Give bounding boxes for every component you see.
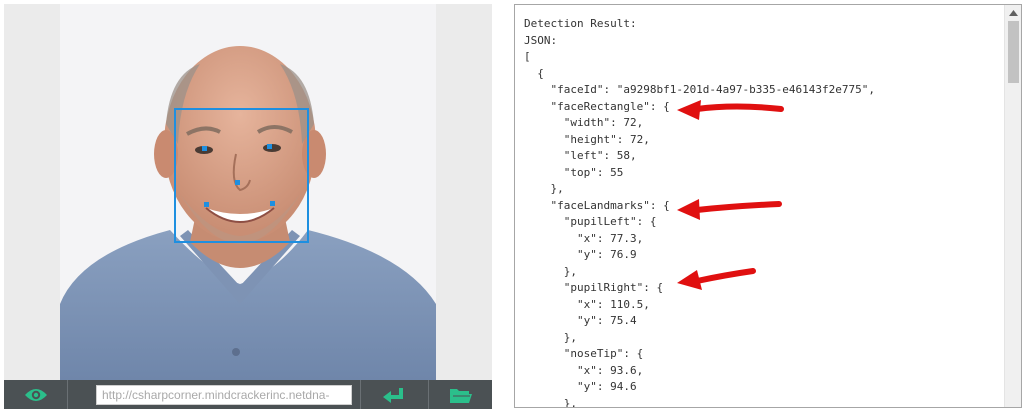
json-line: }, (524, 264, 577, 278)
arrow-face-landmarks-icon (677, 199, 782, 220)
json-line: "noseTip": { (524, 347, 644, 360)
image-panel (4, 4, 492, 409)
open-folder-icon (449, 388, 472, 403)
json-line: "y": 94.6 (524, 380, 637, 393)
json-line: "height": 72, (524, 132, 650, 146)
json-line: "pupilRight": { (524, 281, 664, 294)
json-line: "left": 58, (524, 149, 637, 162)
image-url-input[interactable] (96, 385, 352, 405)
json-line: "x": 93.6, (524, 363, 644, 377)
json-line: { (524, 66, 544, 80)
pupil-right-landmark (267, 144, 272, 149)
json-line: "faceId": "a9298bf1-201d-4a97-b335-e4614… (524, 83, 875, 96)
json-line: [ (524, 50, 531, 63)
arrow-face-rectangle-icon (677, 100, 784, 120)
mouth-right-landmark (270, 201, 275, 206)
triangle-up-icon (1009, 9, 1018, 16)
scrollbar-thumb[interactable] (1008, 21, 1019, 83)
json-line: "y": 76.9 (524, 248, 637, 261)
json-line: }, (524, 330, 577, 344)
json-line: "y": 75.4 (524, 314, 637, 327)
face-photo (60, 4, 436, 380)
enter-return-icon (382, 387, 403, 403)
vertical-scrollbar[interactable] (1004, 5, 1021, 407)
open-file-button[interactable] (428, 380, 492, 409)
detection-result-panel[interactable]: Detection Result: JSON: [ { "faceId": "a92… (514, 4, 1022, 408)
eye-icon (24, 388, 47, 401)
json-line: Detection Result: (524, 17, 637, 30)
mouth-left-landmark (204, 202, 209, 207)
json-line: "x": 77.3, (524, 231, 644, 245)
json-line: JSON: (524, 33, 558, 47)
json-line: "x": 110.5, (524, 297, 650, 311)
scroll-up-button[interactable] (1005, 5, 1021, 20)
submit-url-button[interactable] (360, 380, 426, 409)
bottom-toolbar (4, 380, 492, 409)
json-line: "top": 55 (524, 165, 624, 179)
json-line: }, (524, 396, 577, 408)
preview-button[interactable] (4, 380, 68, 409)
nose-tip-landmark (235, 180, 240, 185)
face-rectangle (174, 108, 309, 243)
pupil-left-landmark (202, 146, 207, 151)
arrow-pupil-right-icon (677, 268, 756, 290)
